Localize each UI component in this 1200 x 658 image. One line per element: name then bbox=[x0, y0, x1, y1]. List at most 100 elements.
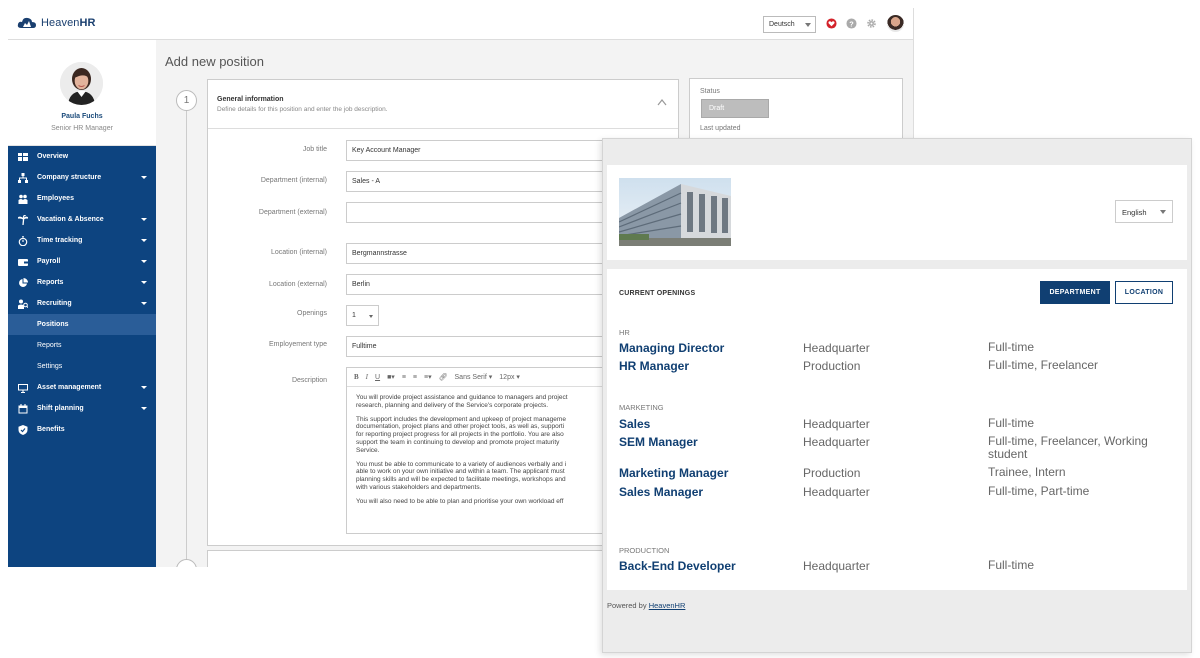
chevron-down-icon bbox=[141, 239, 147, 242]
gear-icon[interactable] bbox=[866, 18, 877, 29]
stopwatch-icon bbox=[18, 235, 28, 246]
page-title: Add new position bbox=[165, 54, 265, 69]
nav-item-recruiting[interactable]: Recruiting bbox=[8, 293, 156, 314]
link-icon[interactable]: 🔗︎ bbox=[439, 373, 448, 381]
job-title-link[interactable]: Marketing Manager bbox=[619, 466, 728, 480]
career-header: English bbox=[607, 165, 1187, 260]
text-color-button[interactable]: ■▾ bbox=[387, 373, 395, 381]
section-header[interactable]: General information Define details for t… bbox=[208, 80, 678, 129]
status-badge[interactable]: Draft bbox=[701, 99, 769, 118]
powered-by-text: Powered by bbox=[607, 601, 647, 610]
openings-title: CURRENT OPENINGS bbox=[619, 290, 696, 297]
job-type: Full-time bbox=[988, 558, 1035, 572]
heart-icon[interactable] bbox=[826, 18, 837, 29]
user-avatar[interactable] bbox=[887, 15, 904, 32]
grid-icon bbox=[18, 152, 28, 161]
job-title-link[interactable]: Back-End Developer bbox=[619, 559, 736, 573]
job-type: Full-time, Part-time bbox=[988, 484, 1090, 498]
nav-item-asset-management[interactable]: Asset management bbox=[8, 377, 156, 398]
job-title-link[interactable]: Managing Director bbox=[619, 341, 724, 355]
nav-item-employees[interactable]: Employees bbox=[8, 188, 156, 209]
nav-label: Vacation & Absence bbox=[37, 216, 104, 223]
department-heading-production: PRODUCTION bbox=[619, 546, 670, 555]
chevron-down-icon bbox=[141, 302, 147, 305]
building-image bbox=[619, 178, 731, 246]
job-location: Headquarter bbox=[803, 435, 870, 449]
openings-select[interactable]: 1 bbox=[346, 305, 379, 326]
nav-item-shift-planning[interactable]: Shift planning bbox=[8, 398, 156, 419]
job-type: Full-time bbox=[988, 340, 1035, 354]
nav-label: Benefits bbox=[37, 426, 65, 433]
pie-chart-icon bbox=[19, 277, 28, 287]
current-openings-section: CURRENT OPENINGS DEPARTMENT LOCATION HR … bbox=[607, 269, 1187, 590]
ordered-list-button[interactable]: ≡ bbox=[402, 374, 406, 381]
department-heading-hr: HR bbox=[619, 328, 630, 337]
job-title-link[interactable]: Sales bbox=[619, 417, 650, 431]
career-page-window: English CURRENT OPENINGS DEPARTMENT LOCA… bbox=[602, 138, 1192, 653]
align-button[interactable]: ≡▾ bbox=[424, 373, 432, 381]
job-location: Headquarter bbox=[803, 341, 870, 355]
filter-location-button[interactable]: LOCATION bbox=[1115, 281, 1173, 304]
bullet-list-button[interactable]: ≡ bbox=[413, 374, 417, 381]
palm-tree-icon bbox=[18, 214, 28, 225]
job-location: Headquarter bbox=[803, 559, 870, 573]
nav-item-payroll[interactable]: Payroll bbox=[8, 251, 156, 272]
job-location: Headquarter bbox=[803, 485, 870, 499]
nav-item-vacation-absence[interactable]: Vacation & Absence bbox=[8, 209, 156, 230]
profile-name: Paula Fuchs bbox=[61, 113, 103, 120]
chevron-down-icon bbox=[369, 315, 373, 318]
nav-item-reports[interactable]: Reports bbox=[8, 272, 156, 293]
people-icon bbox=[18, 194, 28, 204]
italic-button[interactable]: I bbox=[366, 373, 368, 381]
job-type: Full-time bbox=[988, 416, 1035, 430]
nav-item-time-tracking[interactable]: Time tracking bbox=[8, 230, 156, 251]
brand-name: HeavenHR bbox=[41, 16, 96, 29]
nav-label: Company structure bbox=[37, 174, 102, 181]
department-heading-marketing: MARKETING bbox=[619, 403, 664, 412]
nav-item-company-structure[interactable]: Company structure bbox=[8, 167, 156, 188]
bold-button[interactable]: B bbox=[354, 373, 359, 381]
profile-role: Senior HR Manager bbox=[51, 125, 113, 132]
nav-label: Shift planning bbox=[37, 405, 84, 412]
monitor-icon bbox=[18, 383, 28, 393]
recruiting-icon bbox=[18, 299, 28, 309]
nav-item-benefits[interactable]: Benefits bbox=[8, 419, 156, 440]
career-language-select[interactable]: English bbox=[1115, 200, 1173, 223]
profile-card: Paula Fuchs Senior HR Manager bbox=[8, 40, 156, 146]
nav-label: Recruiting bbox=[37, 300, 72, 307]
chevron-down-icon bbox=[141, 386, 147, 389]
chevron-up-icon[interactable] bbox=[657, 98, 667, 106]
step-indicator: 1 bbox=[176, 90, 197, 111]
last-updated-label: Last updated bbox=[700, 125, 741, 132]
nav-sub-positions[interactable]: Positions bbox=[8, 314, 156, 335]
filter-department-button[interactable]: DEPARTMENT bbox=[1040, 281, 1110, 304]
profile-avatar[interactable] bbox=[60, 62, 103, 105]
heavenhr-logo[interactable]: HeavenHR bbox=[17, 16, 96, 29]
job-type: Trainee, Intern bbox=[988, 465, 1066, 479]
company-building-photo bbox=[619, 178, 731, 246]
chevron-down-icon bbox=[805, 23, 811, 27]
field-label-description: Description bbox=[291, 377, 327, 384]
nav-sub-settings[interactable]: Settings bbox=[8, 356, 156, 377]
font-size-select[interactable]: 12px ▾ bbox=[499, 373, 520, 381]
main-navigation: Overview Company structure Employees Vac… bbox=[8, 146, 156, 567]
chevron-down-icon bbox=[141, 281, 147, 284]
job-location: Production bbox=[803, 466, 861, 480]
profile-photo bbox=[60, 62, 103, 105]
nav-sub-reports[interactable]: Reports bbox=[8, 335, 156, 356]
field-label: Employement type bbox=[269, 341, 327, 348]
nav-label: Reports bbox=[37, 279, 64, 286]
chevron-down-icon bbox=[141, 407, 147, 410]
wallet-icon bbox=[18, 258, 28, 266]
job-title-link[interactable]: HR Manager bbox=[619, 359, 689, 373]
calendar-icon bbox=[18, 403, 28, 413]
job-title-link[interactable]: SEM Manager bbox=[619, 435, 698, 449]
language-select[interactable]: Deutsch bbox=[763, 16, 816, 33]
help-icon[interactable]: ? bbox=[846, 18, 857, 29]
field-label: Location (internal) bbox=[270, 249, 327, 256]
heavenhr-link[interactable]: HeavenHR bbox=[649, 601, 686, 610]
job-title-link[interactable]: Sales Manager bbox=[619, 485, 703, 499]
underline-button[interactable]: U bbox=[375, 374, 380, 381]
font-select[interactable]: Sans Serif ▾ bbox=[455, 373, 493, 381]
nav-item-overview[interactable]: Overview bbox=[8, 146, 156, 167]
